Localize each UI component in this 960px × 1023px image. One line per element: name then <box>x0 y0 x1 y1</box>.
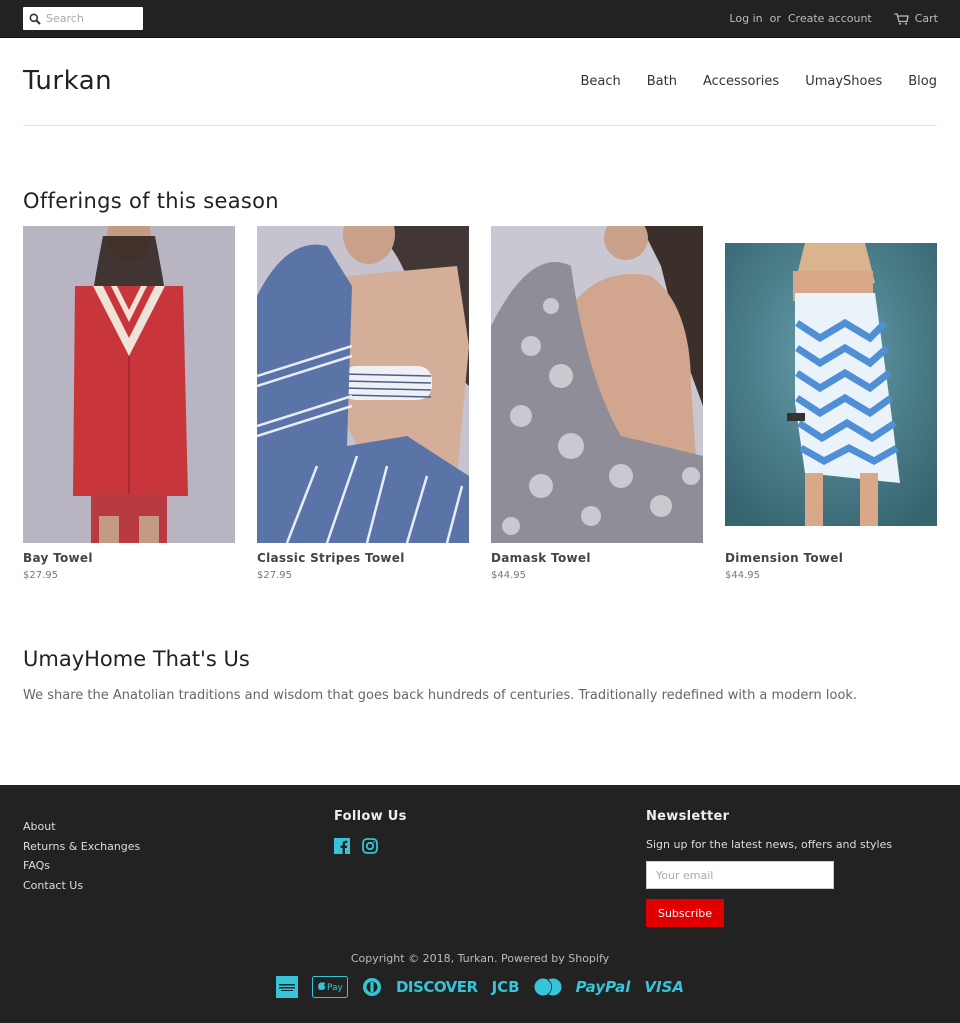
jcb-icon: JCB <box>491 978 520 996</box>
discover-icon: DISCOVER <box>395 978 478 996</box>
about-title: UmayHome That's Us <box>23 647 250 671</box>
email-input[interactable] <box>646 861 834 889</box>
site-header: Turkan Beach Bath Accessories UmayShoes … <box>23 38 937 126</box>
about-text: We share the Anatolian traditions and wi… <box>23 688 858 703</box>
apple-pay-icon: Pay <box>311 976 348 998</box>
newsletter: Newsletter Sign up for the latest news, … <box>646 809 892 927</box>
bay-towel-image <box>23 226 235 543</box>
instagram-link[interactable] <box>362 838 378 858</box>
footer-link-about[interactable]: About <box>23 820 140 834</box>
footer-links: About Returns & Exchanges FAQs Contact U… <box>23 820 140 898</box>
product-price: $44.95 <box>725 570 760 581</box>
product-price: $27.95 <box>257 570 292 581</box>
product-price: $44.95 <box>491 570 526 581</box>
site-logo[interactable]: Turkan <box>23 66 112 96</box>
subscribe-button[interactable]: Subscribe <box>646 899 724 927</box>
social-links <box>334 838 407 858</box>
newsletter-text: Sign up for the latest news, offers and … <box>646 838 893 851</box>
product-price: $27.95 <box>23 570 58 581</box>
product-name[interactable]: Bay Towel <box>23 551 235 565</box>
facebook-link[interactable] <box>334 838 350 858</box>
product-link[interactable]: Dimension Towel $44.95 <box>725 226 937 581</box>
product-card[interactable]: Bay Towel $27.95 <box>23 226 235 581</box>
product-grid: Bay Towel $27.95 Classic Stripes Towel $… <box>23 226 960 581</box>
product-link[interactable]: Bay Towel $27.95 <box>23 226 235 581</box>
top-bar: Log in or Create account Cart <box>0 0 960 38</box>
login-link[interactable]: Log in <box>729 12 762 25</box>
site-footer: About Returns & Exchanges FAQs Contact U… <box>0 785 960 1023</box>
search-input[interactable] <box>46 12 136 25</box>
american-express-icon <box>275 976 298 998</box>
footer-link-contact[interactable]: Contact Us <box>23 879 140 893</box>
nav-blog[interactable]: Blog <box>908 74 937 89</box>
nav-bath[interactable]: Bath <box>647 74 677 89</box>
main-nav: Beach Bath Accessories UmayShoes Blog <box>554 74 937 89</box>
svg-text:Pay: Pay <box>327 983 344 993</box>
cart-label: Cart <box>914 12 938 25</box>
product-image[interactable] <box>491 226 703 543</box>
create-account-link[interactable]: Create account <box>788 12 872 25</box>
product-card[interactable]: Damask Towel $44.95 <box>491 226 703 581</box>
nav-beach[interactable]: Beach <box>580 74 620 89</box>
powered-by-link[interactable]: Powered by Shopify <box>501 952 609 965</box>
newsletter-title: Newsletter <box>646 809 730 824</box>
dimension-towel-image <box>725 243 937 526</box>
damask-towel-image <box>491 226 703 543</box>
product-link[interactable]: Damask Towel $44.95 <box>491 226 703 581</box>
period: . <box>494 952 498 965</box>
cart-link[interactable]: Cart <box>894 12 938 25</box>
product-name[interactable]: Dimension Towel <box>725 551 937 565</box>
search-icon <box>29 13 41 25</box>
facebook-icon <box>334 838 350 854</box>
follow-title: Follow Us <box>334 809 407 824</box>
product-card[interactable]: Dimension Towel $44.95 <box>725 226 937 581</box>
diners-club-icon <box>362 978 381 996</box>
product-name[interactable]: Classic Stripes Towel <box>257 551 469 565</box>
product-card[interactable]: Classic Stripes Towel $27.95 <box>257 226 469 581</box>
nav-umayshoes[interactable]: UmayShoes <box>805 74 882 89</box>
mastercard-icon <box>534 978 562 996</box>
copyright: Copyright © 2018, Turkan. Powered by Sho… <box>0 952 960 965</box>
account-links: Log in or Create account Cart <box>729 12 938 25</box>
copyright-brand-link[interactable]: Turkan <box>458 952 494 965</box>
classic-stripes-towel-image <box>257 226 469 543</box>
product-image[interactable] <box>257 226 469 543</box>
footer-link-faqs[interactable]: FAQs <box>23 859 140 873</box>
instagram-icon <box>362 838 378 854</box>
product-image[interactable] <box>725 226 937 543</box>
nav-accessories[interactable]: Accessories <box>703 74 779 89</box>
footer-link-returns[interactable]: Returns & Exchanges <box>23 840 140 854</box>
payment-icons: Pay DISCOVER JCB PayPal VISA <box>0 976 960 998</box>
product-image[interactable] <box>23 226 235 543</box>
featured-title: Offerings of this season <box>23 189 279 213</box>
visa-icon: VISA <box>644 978 685 996</box>
or-text: or <box>769 12 781 25</box>
follow-us: Follow Us <box>334 809 407 858</box>
product-name[interactable]: Damask Towel <box>491 551 703 565</box>
search-box[interactable] <box>23 7 143 30</box>
product-link[interactable]: Classic Stripes Towel $27.95 <box>257 226 469 581</box>
copyright-text: Copyright © 2018, <box>350 952 455 965</box>
cart-icon <box>894 12 909 25</box>
paypal-icon: PayPal <box>575 978 631 996</box>
